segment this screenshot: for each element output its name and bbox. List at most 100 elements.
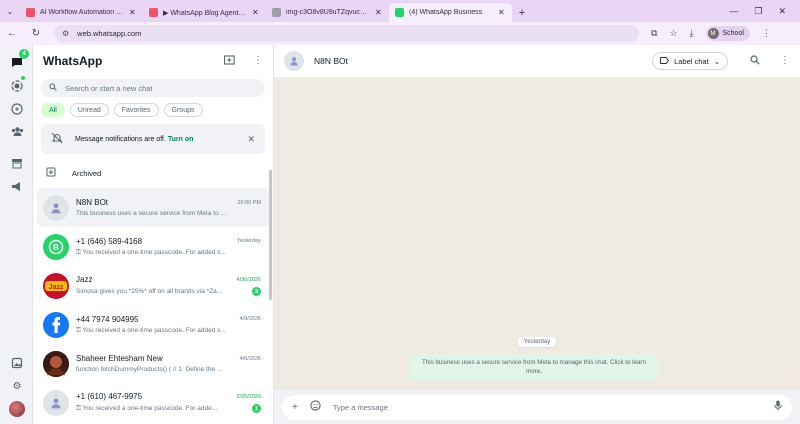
notification-banner: Message notifications are off. Turn on ✕ bbox=[41, 124, 265, 154]
back-icon[interactable]: ← bbox=[6, 28, 18, 39]
chat-name: +44 7974 904995 bbox=[76, 314, 139, 324]
close-window-icon[interactable]: ✕ bbox=[778, 6, 786, 17]
bell-off-icon bbox=[51, 132, 63, 147]
system-encryption-message[interactable]: This business uses a secure service from… bbox=[410, 354, 658, 381]
svg-text:B: B bbox=[53, 243, 59, 252]
chat-filters: All Unread Favorites Groups bbox=[33, 97, 273, 117]
tab-close-icon[interactable]: ✕ bbox=[498, 8, 506, 17]
tab-favicon-icon bbox=[395, 8, 404, 17]
profile-label: School bbox=[722, 30, 744, 37]
notification-message: Message notifications are off. bbox=[75, 135, 166, 143]
contact-avatar-icon[interactable] bbox=[284, 51, 304, 71]
new-tab-button[interactable]: + bbox=[512, 3, 532, 22]
chat-preview: You received a one-time passcode. For ad… bbox=[82, 326, 226, 334]
key-icon: ⚿ bbox=[76, 404, 83, 412]
chat-list-item[interactable]: Jazz Jazz 4/30/2026 Simosa gives you *25%* … bbox=[37, 266, 269, 305]
settings-gear-icon[interactable]: ⚙ bbox=[10, 379, 24, 393]
chat-list-scrollbar[interactable] bbox=[269, 170, 272, 300]
browser-tab[interactable]: img-c3O8v8U9uTZqvucDPoTa... ✕ bbox=[266, 3, 389, 22]
tab-favicon-icon bbox=[272, 8, 281, 17]
conversation-menu-icon[interactable]: ⋮ bbox=[780, 55, 790, 68]
turn-on-link[interactable]: Turn on bbox=[168, 136, 194, 143]
chevron-down-icon: ⌄ bbox=[713, 56, 720, 66]
minimize-icon[interactable]: — bbox=[729, 6, 738, 16]
communities-icon[interactable] bbox=[10, 124, 24, 138]
sidebar-header: WhatsApp ⋮ bbox=[33, 45, 273, 77]
advertise-icon[interactable] bbox=[10, 179, 24, 193]
label-chat-text: Label chat bbox=[674, 56, 709, 66]
maximize-icon[interactable]: ❐ bbox=[754, 6, 762, 17]
nav-rail: 4 ⚙ bbox=[0, 45, 33, 424]
filter-chip-favorites[interactable]: Favorites bbox=[113, 103, 159, 117]
archive-box-icon bbox=[46, 167, 56, 179]
tab-close-icon[interactable]: ✕ bbox=[252, 8, 260, 17]
archived-label: Archived bbox=[72, 168, 102, 178]
status-icon[interactable] bbox=[10, 79, 24, 93]
browser-tab[interactable]: (4) WhatsApp Business ✕ bbox=[389, 3, 512, 22]
chat-list-item[interactable]: N8N BOt 10:00 PM This business uses a secu… bbox=[37, 188, 269, 227]
catalog-icon[interactable] bbox=[10, 156, 24, 170]
search-bar[interactable] bbox=[41, 79, 265, 97]
chat-list-item[interactable]: +44 7974 904995 4/9/2026 ⚿ You received a … bbox=[37, 305, 269, 344]
message-area: Yesterday This business uses a secure se… bbox=[274, 78, 800, 390]
chat-list-item[interactable]: B +1 (646) 589-4168 Yesterday ⚿ You receive… bbox=[37, 227, 269, 266]
browser-tab[interactable]: AI Workflow Automation Platfo ✕ bbox=[20, 3, 143, 22]
chat-preview: This business uses a secure service from… bbox=[76, 210, 226, 217]
media-gallery-icon[interactable] bbox=[10, 356, 24, 370]
chat-time: 4/6/2026 bbox=[239, 355, 261, 362]
message-input[interactable] bbox=[332, 402, 762, 412]
chat-list: N8N BOt 10:00 PM This business uses a secu… bbox=[33, 188, 273, 422]
chats-unread-badge: 4 bbox=[19, 49, 29, 59]
site-info-icon[interactable]: ⚙ bbox=[62, 29, 69, 38]
tab-title: ▶ WhatsApp Blog Agent V2 - n bbox=[163, 9, 247, 17]
contact-name[interactable]: N8N BOt bbox=[314, 56, 642, 66]
browser-tab[interactable]: ▶ WhatsApp Blog Agent V2 - n ✕ bbox=[143, 3, 266, 22]
microphone-icon[interactable] bbox=[774, 400, 782, 414]
profile-avatar-icon[interactable] bbox=[9, 401, 25, 417]
reload-icon[interactable]: ↻ bbox=[30, 28, 42, 39]
app-title: WhatsApp bbox=[43, 54, 103, 68]
profile-button[interactable]: M School bbox=[705, 26, 750, 41]
tab-search-chevron-icon[interactable]: ⌄ bbox=[0, 0, 20, 22]
filter-chip-all[interactable]: All bbox=[41, 103, 65, 117]
tab-title: (4) WhatsApp Business bbox=[409, 9, 483, 16]
key-icon: ⚿ bbox=[76, 248, 83, 256]
filter-chip-unread[interactable]: Unread bbox=[69, 103, 109, 117]
tab-close-icon[interactable]: ✕ bbox=[375, 8, 383, 17]
bookmark-star-icon[interactable]: ☆ bbox=[669, 28, 677, 39]
chat-name: +1 (646) 589-4168 bbox=[76, 236, 143, 246]
new-chat-icon[interactable] bbox=[224, 54, 235, 68]
svg-text:Jazz: Jazz bbox=[49, 284, 64, 291]
close-icon[interactable]: ✕ bbox=[247, 134, 255, 145]
sidebar-menu-icon[interactable]: ⋮ bbox=[253, 55, 263, 68]
chat-time: 4/30/2026 bbox=[236, 276, 261, 283]
notification-text: Message notifications are off. Turn on bbox=[75, 136, 235, 143]
chat-list-item[interactable]: +1 (610) 467-9975 3/25/2026 ⚿ You received… bbox=[37, 383, 269, 422]
status-new-dot bbox=[21, 76, 25, 80]
chat-name: Jazz bbox=[76, 275, 93, 284]
channels-icon[interactable] bbox=[10, 102, 24, 116]
conversation-header: N8N BOt Label chat ⌄ ⋮ bbox=[274, 45, 800, 78]
composer-bar: + bbox=[274, 390, 800, 424]
label-chat-button[interactable]: Label chat ⌄ bbox=[652, 52, 728, 70]
tab-favicon-icon bbox=[149, 8, 158, 17]
tab-favicon-icon bbox=[26, 8, 35, 17]
search-icon bbox=[49, 83, 57, 93]
browser-menu-icon[interactable]: ⋮ bbox=[762, 28, 771, 39]
conversation-pane: N8N BOt Label chat ⌄ ⋮ Yesterday This bu… bbox=[274, 45, 800, 424]
attach-plus-icon[interactable]: + bbox=[292, 402, 298, 413]
chat-time: Yesterday bbox=[236, 238, 261, 244]
emoji-sticker-icon[interactable] bbox=[310, 400, 321, 414]
tab-close-icon[interactable]: ✕ bbox=[129, 8, 137, 17]
url-bar[interactable]: ⚙ web.whatsapp.com bbox=[54, 25, 639, 42]
chat-list-item[interactable]: Shaheer Ehtesham New 4/6/2026 function fet… bbox=[37, 344, 269, 383]
install-app-icon[interactable]: ⧉ bbox=[651, 28, 657, 39]
chat-list-sidebar: WhatsApp ⋮ All Unread Favorites Groups Mess… bbox=[33, 45, 274, 424]
browser-tab-bar: ⌄ AI Workflow Automation Platfo✕▶ WhatsA… bbox=[0, 0, 800, 22]
chat-name: +1 (610) 467-9975 bbox=[76, 392, 143, 401]
search-messages-icon[interactable] bbox=[750, 54, 760, 68]
filter-chip-groups[interactable]: Groups bbox=[163, 103, 203, 117]
download-icon[interactable]: ⤓ bbox=[690, 28, 694, 39]
search-input[interactable] bbox=[65, 83, 257, 93]
archived-row[interactable]: Archived bbox=[33, 158, 273, 188]
